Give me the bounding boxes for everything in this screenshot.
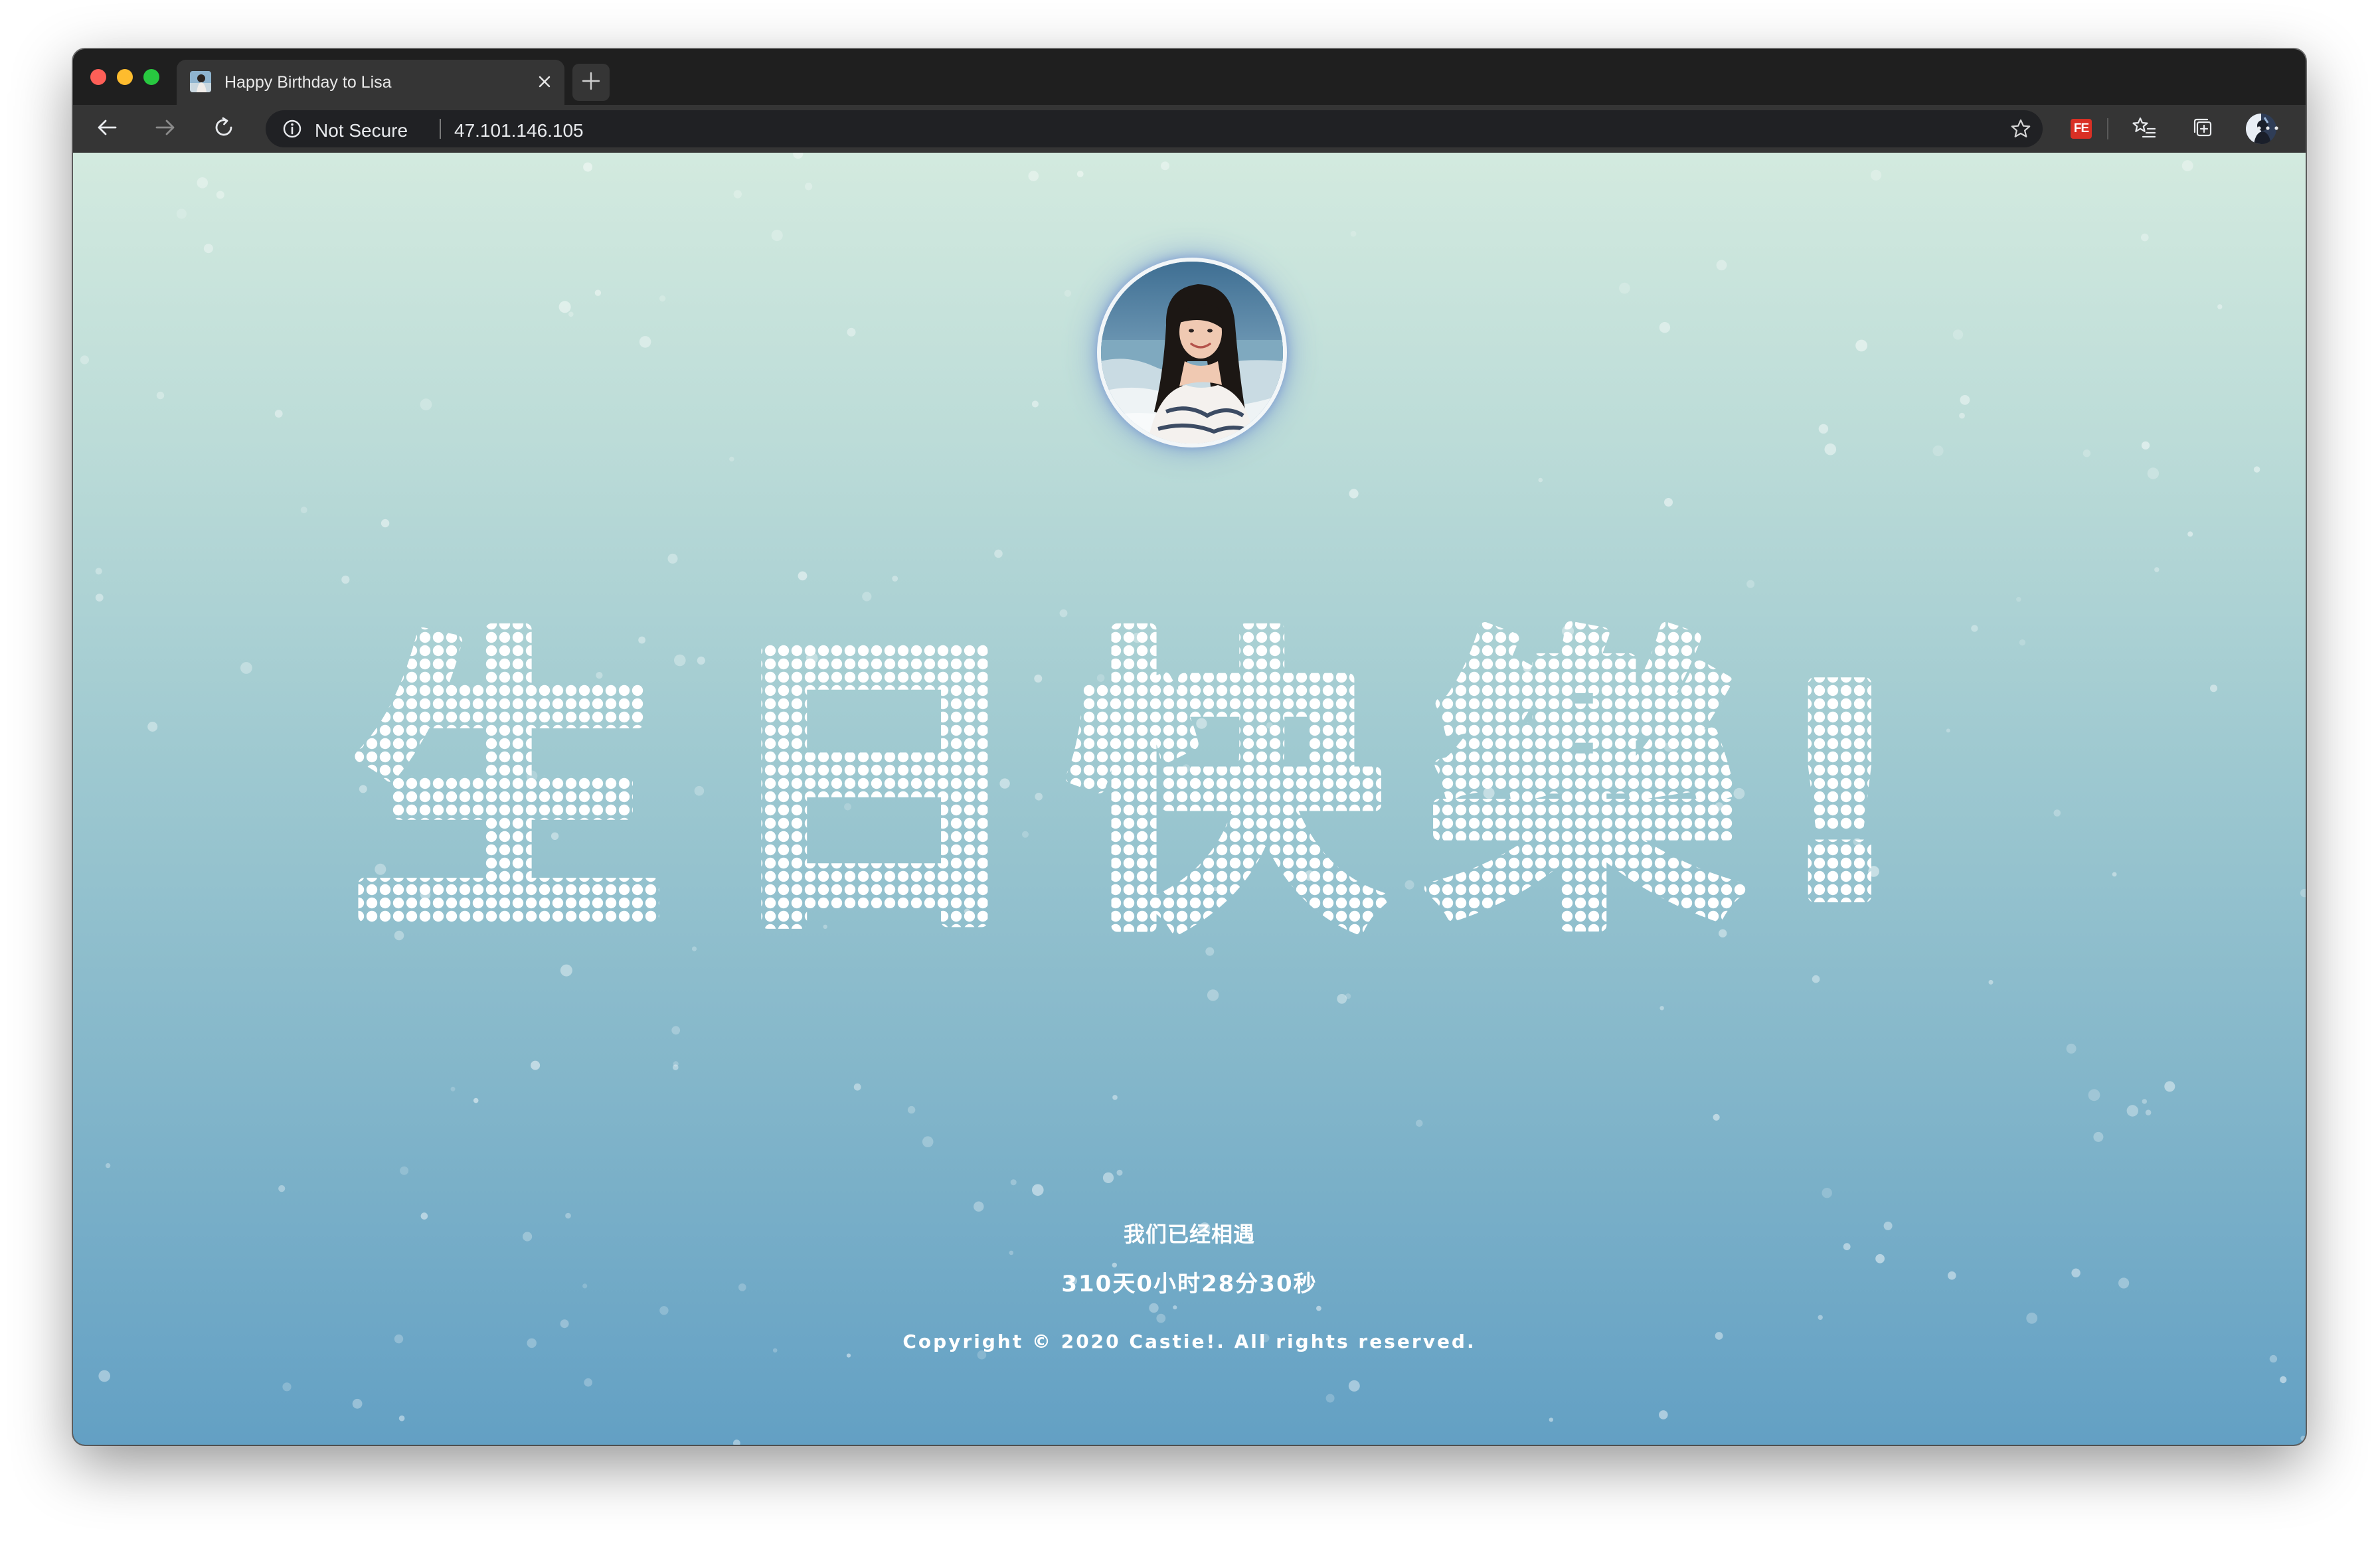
- toolbar: Not Secure 47.101.146.105 FE: [73, 105, 2306, 153]
- dot-matrix-heading: 生日快樂!: [73, 153, 2306, 1445]
- favorites-button[interactable]: [2128, 112, 2161, 145]
- minimize-window-button[interactable]: [117, 69, 133, 85]
- plus-icon: [581, 71, 601, 94]
- dot-matrix-fill: [73, 153, 2306, 1445]
- browser-window: Happy Birthday to Lisa Not Secure 47.101…: [73, 49, 2306, 1445]
- extension-fe-button[interactable]: FE: [2065, 112, 2098, 145]
- address-divider: [440, 119, 441, 139]
- favorites-icon: [2132, 116, 2157, 143]
- met-text: 我们已经相遇: [1123, 1222, 1255, 1247]
- extension-fe-badge: FE: [2071, 119, 2092, 139]
- new-tab-button[interactable]: [572, 64, 610, 101]
- time-counter: 310天0小时28分30秒: [1061, 1271, 1318, 1297]
- info-icon[interactable]: [282, 118, 303, 139]
- url-text[interactable]: 47.101.146.105: [454, 120, 584, 141]
- back-button[interactable]: [90, 112, 124, 145]
- tab-strip: Happy Birthday to Lisa: [73, 49, 2306, 105]
- collections-icon: [2191, 116, 2215, 143]
- page-viewport: 生 日 快 樂 ! 生日快樂! 我们已经相遇 310天0小时28分30秒 Cop…: [73, 153, 2306, 1445]
- reload-icon: [212, 116, 236, 143]
- address-bar[interactable]: Not Secure 47.101.146.105: [266, 110, 2043, 147]
- tab-title: Happy Birthday to Lisa: [224, 73, 392, 92]
- forward-button[interactable]: [149, 112, 182, 145]
- more-button[interactable]: [2251, 112, 2284, 145]
- back-arrow-icon: [96, 116, 118, 142]
- more-icon: [2256, 123, 2280, 135]
- security-label: Not Secure: [315, 120, 408, 141]
- collections-button[interactable]: [2186, 112, 2219, 145]
- tab-active[interactable]: Happy Birthday to Lisa: [177, 60, 564, 105]
- close-window-button[interactable]: [90, 69, 106, 85]
- copyright-text: Copyright © 2020 Castie!. All rights res…: [902, 1331, 1476, 1352]
- favicon-icon: [190, 71, 211, 92]
- forward-arrow-icon: [154, 116, 177, 142]
- toolbar-separator: [2107, 118, 2108, 139]
- reload-button[interactable]: [207, 112, 240, 145]
- star-icon[interactable]: [2005, 114, 2036, 144]
- close-icon[interactable]: [533, 70, 556, 94]
- maximize-window-button[interactable]: [143, 69, 159, 85]
